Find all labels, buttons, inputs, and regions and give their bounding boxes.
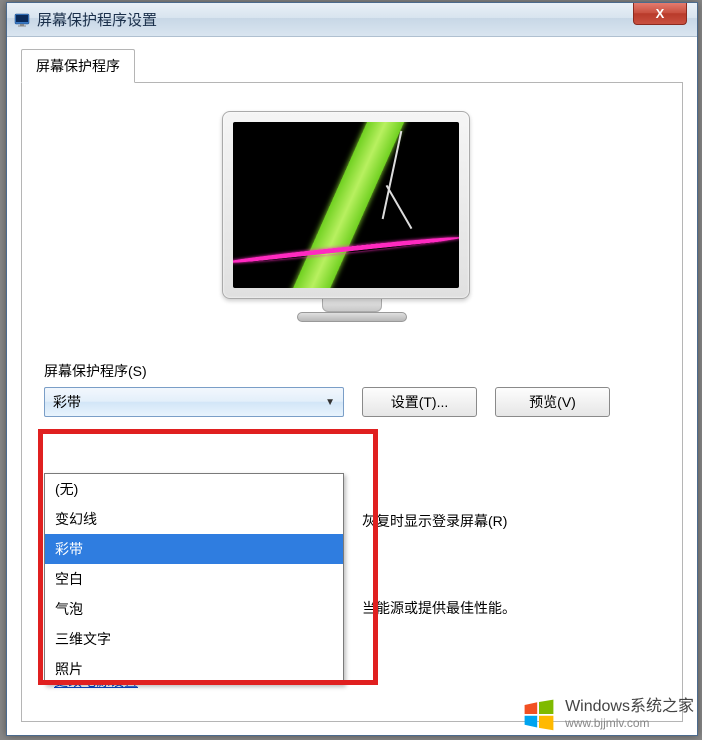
close-icon: X <box>656 6 665 21</box>
watermark-url: www.bjjmlv.com <box>565 716 694 730</box>
monitor-stand <box>322 298 382 312</box>
window-icon <box>13 11 31 29</box>
dropdown-option[interactable]: 彩带 <box>45 534 343 564</box>
dropdown-option[interactable]: 变幻线 <box>45 504 343 534</box>
dialog-window: 屏幕保护程序设置 X 屏幕保护程序 <box>6 2 698 736</box>
tab-screensaver[interactable]: 屏幕保护程序 <box>21 49 135 83</box>
dropdown-list[interactable]: (无)变幻线彩带空白气泡三维文字照片 <box>44 473 344 685</box>
watermark-title: Windows系统之家 <box>565 697 694 716</box>
dropdown-option[interactable]: (无) <box>45 474 343 504</box>
screensaver-dropdown[interactable]: 彩带 ▼ <box>44 387 344 417</box>
monitor-preview <box>222 111 482 331</box>
watermark-text: Windows系统之家 www.bjjmlv.com <box>565 697 694 731</box>
button-label: 设置(T)... <box>391 392 449 412</box>
ribbon-graphic <box>286 122 415 288</box>
tab-panel: 屏幕保护程序(S) 彩带 ▼ 设置(T)... 预览(V) (无)变幻线彩带空白… <box>21 82 683 722</box>
titlebar: 屏幕保护程序设置 X <box>7 3 697 37</box>
dropdown-option[interactable]: 空白 <box>45 564 343 594</box>
watermark: Windows系统之家 www.bjjmlv.com <box>521 696 694 732</box>
monitor-screen <box>233 122 459 288</box>
resume-checkbox-label: 灰复时显示登录屏幕(R) <box>362 511 507 531</box>
monitor-frame <box>222 111 470 299</box>
ribbon-graphic <box>386 185 413 229</box>
dropdown-value: 彩带 <box>53 392 81 412</box>
power-description: 当能源或提供最佳性能。 <box>362 598 516 618</box>
dropdown-option[interactable]: 气泡 <box>45 594 343 624</box>
window-title: 屏幕保护程序设置 <box>37 9 157 30</box>
monitor-base <box>297 312 407 322</box>
section-label: 屏幕保护程序(S) <box>44 361 660 381</box>
settings-button[interactable]: 设置(T)... <box>362 387 477 417</box>
chevron-down-icon: ▼ <box>325 397 335 408</box>
controls-row: 彩带 ▼ 设置(T)... 预览(V) <box>44 387 660 417</box>
preview-button[interactable]: 预览(V) <box>495 387 610 417</box>
dropdown-option[interactable]: 三维文字 <box>45 624 343 654</box>
tab-label: 屏幕保护程序 <box>36 58 120 74</box>
close-button[interactable]: X <box>633 3 687 25</box>
windows-logo-icon <box>521 696 557 732</box>
tab-strip: 屏幕保护程序 <box>21 49 683 83</box>
dropdown-option[interactable]: 照片 <box>45 654 343 684</box>
client-area: 屏幕保护程序 屏幕保护程序(S) <box>7 37 697 735</box>
button-label: 预览(V) <box>529 392 576 412</box>
